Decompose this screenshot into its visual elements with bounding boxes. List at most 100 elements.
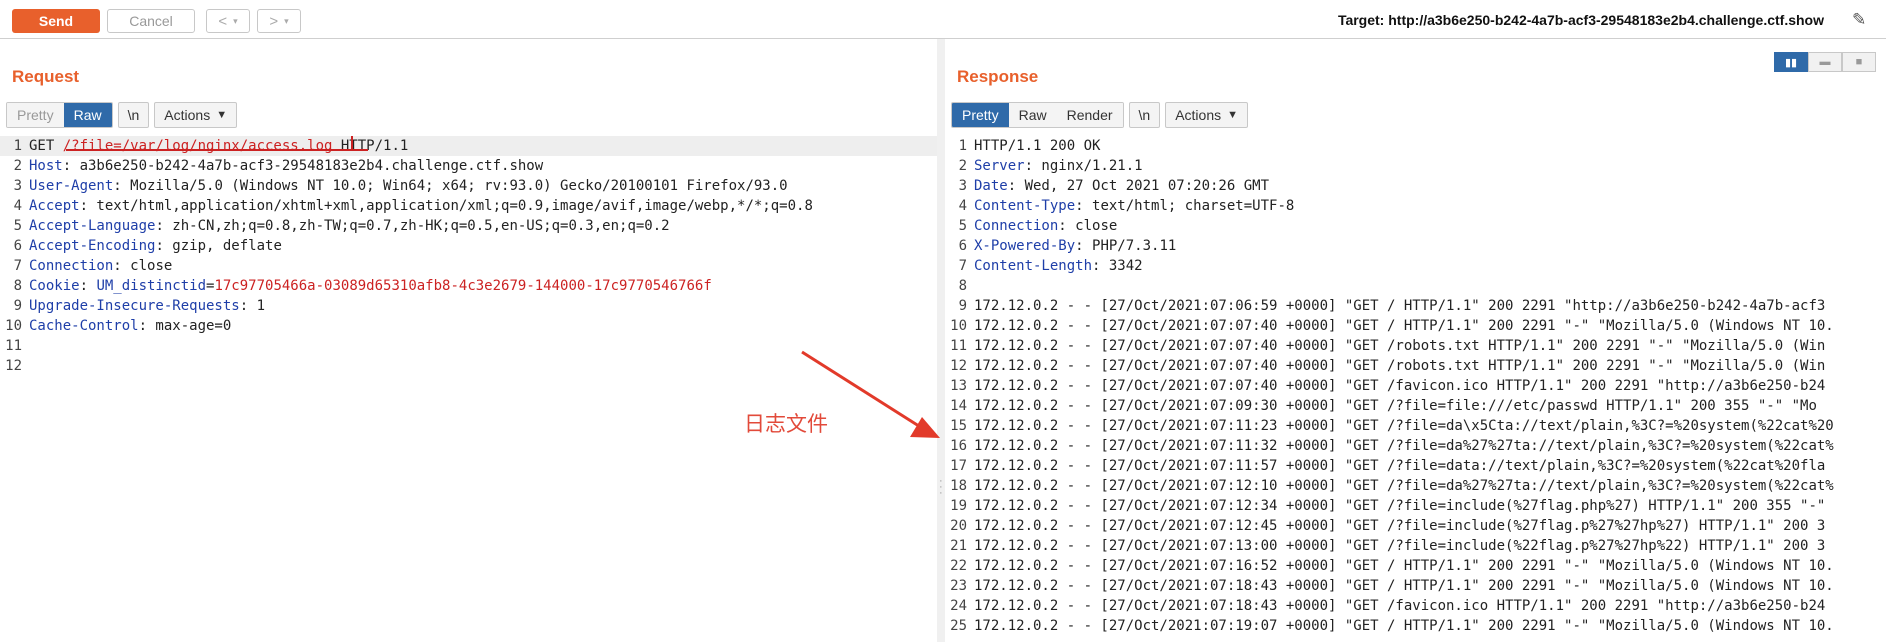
pane-splitter[interactable] xyxy=(937,39,945,642)
request-editor[interactable]: 1 GET /?file=/var/log/nginx/access.log HT… xyxy=(0,136,937,642)
code-line: 9 Upgrade-Insecure-Requests: 1 xyxy=(0,296,937,316)
split-horizontal-icon[interactable]: ▮▮ xyxy=(1774,52,1808,72)
line-content: Server: nginx/1.21.1 xyxy=(974,156,1143,176)
line-number: 22 xyxy=(950,558,967,574)
code-token: : PHP/7.3.11 xyxy=(1075,238,1177,254)
back-dropdown-icon[interactable]: ▾ xyxy=(233,16,238,27)
tab-render[interactable]: Render xyxy=(1056,103,1123,127)
code-token: : zh-CN,zh;q=0.8,zh-TW;q=0.7,zh-HK;q=0.5… xyxy=(155,218,670,234)
line-content: Cookie: UM_distinctid=17c97705466a-03089… xyxy=(29,276,712,296)
line-number: 12 xyxy=(950,358,967,374)
response-editor[interactable]: 1 HTTP/1.1 200 OK 2 Server: nginx/1.21.1 3 Da… xyxy=(945,136,1886,642)
split-vertical-icon[interactable]: ▬ xyxy=(1808,52,1842,72)
code-token: Content-Length xyxy=(974,258,1093,274)
request-pane: Request Pretty Raw \n Actions ▼ 1 GET /?f… xyxy=(0,39,937,642)
request-format-tabs: Pretty Raw xyxy=(6,102,113,128)
actions-button[interactable]: Actions ▼ xyxy=(154,102,238,128)
line-content: HTTP/1.1 200 OK xyxy=(974,136,1100,156)
single-pane-icon[interactable]: ■ xyxy=(1842,52,1876,72)
actions-label: Actions xyxy=(164,107,211,123)
line-number: 17 xyxy=(950,458,967,474)
code-token: Accept-Language xyxy=(29,218,156,234)
code-token: 172.12.0.2 - - [27/Oct/2021:07:11:57 +00… xyxy=(974,458,1826,474)
splitter-grip-icon[interactable]: · · · xyxy=(939,476,943,499)
code-line: 12 172.12.0.2 - - [27/Oct/2021:07:07:40 +… xyxy=(945,356,1886,376)
code-line: 19 172.12.0.2 - - [27/Oct/2021:07:12:34 +… xyxy=(945,496,1886,516)
code-line: 5 Accept-Language: zh-CN,zh;q=0.8,zh-TW;q… xyxy=(0,216,937,236)
line-content: X-Powered-By: PHP/7.3.11 xyxy=(974,236,1176,256)
line-number: 13 xyxy=(950,378,967,394)
line-number: 21 xyxy=(950,538,967,554)
tab-pretty[interactable]: Pretty xyxy=(952,103,1009,127)
code-token: : text/html; charset=UTF-8 xyxy=(1075,198,1295,214)
code-line: 17 172.12.0.2 - - [27/Oct/2021:07:11:57 +… xyxy=(945,456,1886,476)
tab-raw[interactable]: Raw xyxy=(63,103,112,127)
line-number: 5 xyxy=(13,218,22,234)
cancel-button[interactable]: Cancel xyxy=(107,9,195,33)
line-number: 4 xyxy=(958,198,967,214)
line-number: 4 xyxy=(13,198,22,214)
chevron-down-icon: ▼ xyxy=(1227,109,1239,121)
line-number: 23 xyxy=(950,578,967,594)
code-token: : close xyxy=(113,258,173,274)
line-content: Accept-Language: zh-CN,zh;q=0.8,zh-TW;q=… xyxy=(29,216,670,236)
code-token: Connection xyxy=(29,258,114,274)
code-line: 2 Host: a3b6e250-b242-4a7b-acf3-29548183e… xyxy=(0,156,937,176)
back-arrow-icon: < xyxy=(218,12,228,30)
newline-toggle-button[interactable]: \n xyxy=(117,102,150,128)
code-line: 2 Server: nginx/1.21.1 xyxy=(945,156,1886,176)
line-content: 172.12.0.2 - - [27/Oct/2021:07:11:32 +00… xyxy=(974,436,1834,456)
code-token: : gzip, deflate xyxy=(155,238,282,254)
back-button[interactable]: < ▾ xyxy=(206,9,250,33)
tab-raw[interactable]: Raw xyxy=(1008,103,1057,127)
line-number: 10 xyxy=(950,318,967,334)
line-number: 14 xyxy=(950,398,967,414)
code-token: Connection xyxy=(974,218,1059,234)
code-line: 8 Cookie: UM_distinctid=17c97705466a-0308… xyxy=(0,276,937,296)
line-number: 18 xyxy=(950,478,967,494)
line-number: 16 xyxy=(950,438,967,454)
newline-toggle-button[interactable]: \n xyxy=(1128,102,1161,128)
code-line: 10 Cache-Control: max-age=0 xyxy=(0,316,937,336)
code-line: 15 172.12.0.2 - - [27/Oct/2021:07:11:23 +… xyxy=(945,416,1886,436)
request-title: Request xyxy=(12,67,80,86)
top-toolbar: Send Cancel < ▾ > ▾ Target: http://a3b6e… xyxy=(0,0,1886,39)
forward-button[interactable]: > ▾ xyxy=(257,9,301,33)
code-line: 10 172.12.0.2 - - [27/Oct/2021:07:07:40 +… xyxy=(945,316,1886,336)
line-content: Content-Type: text/html; charset=UTF-8 xyxy=(974,196,1294,216)
code-line: 18 172.12.0.2 - - [27/Oct/2021:07:12:10 +… xyxy=(945,476,1886,496)
line-number: 25 xyxy=(950,618,967,634)
pencil-icon[interactable]: ✎ xyxy=(1852,10,1876,30)
line-content: User-Agent: Mozilla/5.0 (Windows NT 10.0… xyxy=(29,176,788,196)
code-token: User-Agent xyxy=(29,178,114,194)
forward-dropdown-icon[interactable]: ▾ xyxy=(284,16,289,27)
code-line: 11 172.12.0.2 - - [27/Oct/2021:07:07:40 +… xyxy=(945,336,1886,356)
code-line: 3 User-Agent: Mozilla/5.0 (Windows NT 10.… xyxy=(0,176,937,196)
code-token: 172.12.0.2 - - [27/Oct/2021:07:06:59 +00… xyxy=(974,298,1826,314)
code-token: 172.12.0.2 - - [27/Oct/2021:07:11:23 +00… xyxy=(974,418,1834,434)
send-button[interactable]: Send xyxy=(12,9,100,33)
code-token: : text/html,application/xhtml+xml,applic… xyxy=(79,198,813,214)
request-view-tabs: Pretty Raw \n Actions ▼ xyxy=(6,102,238,128)
code-line: 7 Connection: close xyxy=(0,256,937,276)
code-token: 172.12.0.2 - - [27/Oct/2021:07:18:43 +00… xyxy=(974,598,1826,614)
line-content: 172.12.0.2 - - [27/Oct/2021:07:06:59 +00… xyxy=(974,296,1825,316)
code-token: : close xyxy=(1058,218,1118,234)
code-token: 172.12.0.2 - - [27/Oct/2021:07:07:40 +00… xyxy=(974,318,1834,334)
line-content: 172.12.0.2 - - [27/Oct/2021:07:07:40 +00… xyxy=(974,336,1825,356)
line-content: 172.12.0.2 - - [27/Oct/2021:07:18:43 +00… xyxy=(974,576,1834,596)
tab-pretty[interactable]: Pretty xyxy=(7,103,64,127)
line-number: 9 xyxy=(958,298,967,314)
line-content: 172.12.0.2 - - [27/Oct/2021:07:12:34 +00… xyxy=(974,496,1825,516)
line-number: 10 xyxy=(5,318,22,334)
code-line: 11 xyxy=(0,336,937,356)
line-content: 172.12.0.2 - - [27/Oct/2021:07:07:40 +00… xyxy=(974,316,1834,336)
code-line: 6 X-Powered-By: PHP/7.3.11 xyxy=(945,236,1886,256)
line-content: 172.12.0.2 - - [27/Oct/2021:07:18:43 +00… xyxy=(974,596,1825,616)
code-token: : xyxy=(79,278,97,294)
code-token: Cache-Control xyxy=(29,318,139,334)
line-content: 172.12.0.2 - - [27/Oct/2021:07:11:57 +00… xyxy=(974,456,1825,476)
actions-button[interactable]: Actions ▼ xyxy=(1165,102,1249,128)
code-token: : Wed, 27 Oct 2021 07:20:26 GMT xyxy=(1007,178,1270,194)
line-number: 3 xyxy=(958,178,967,194)
